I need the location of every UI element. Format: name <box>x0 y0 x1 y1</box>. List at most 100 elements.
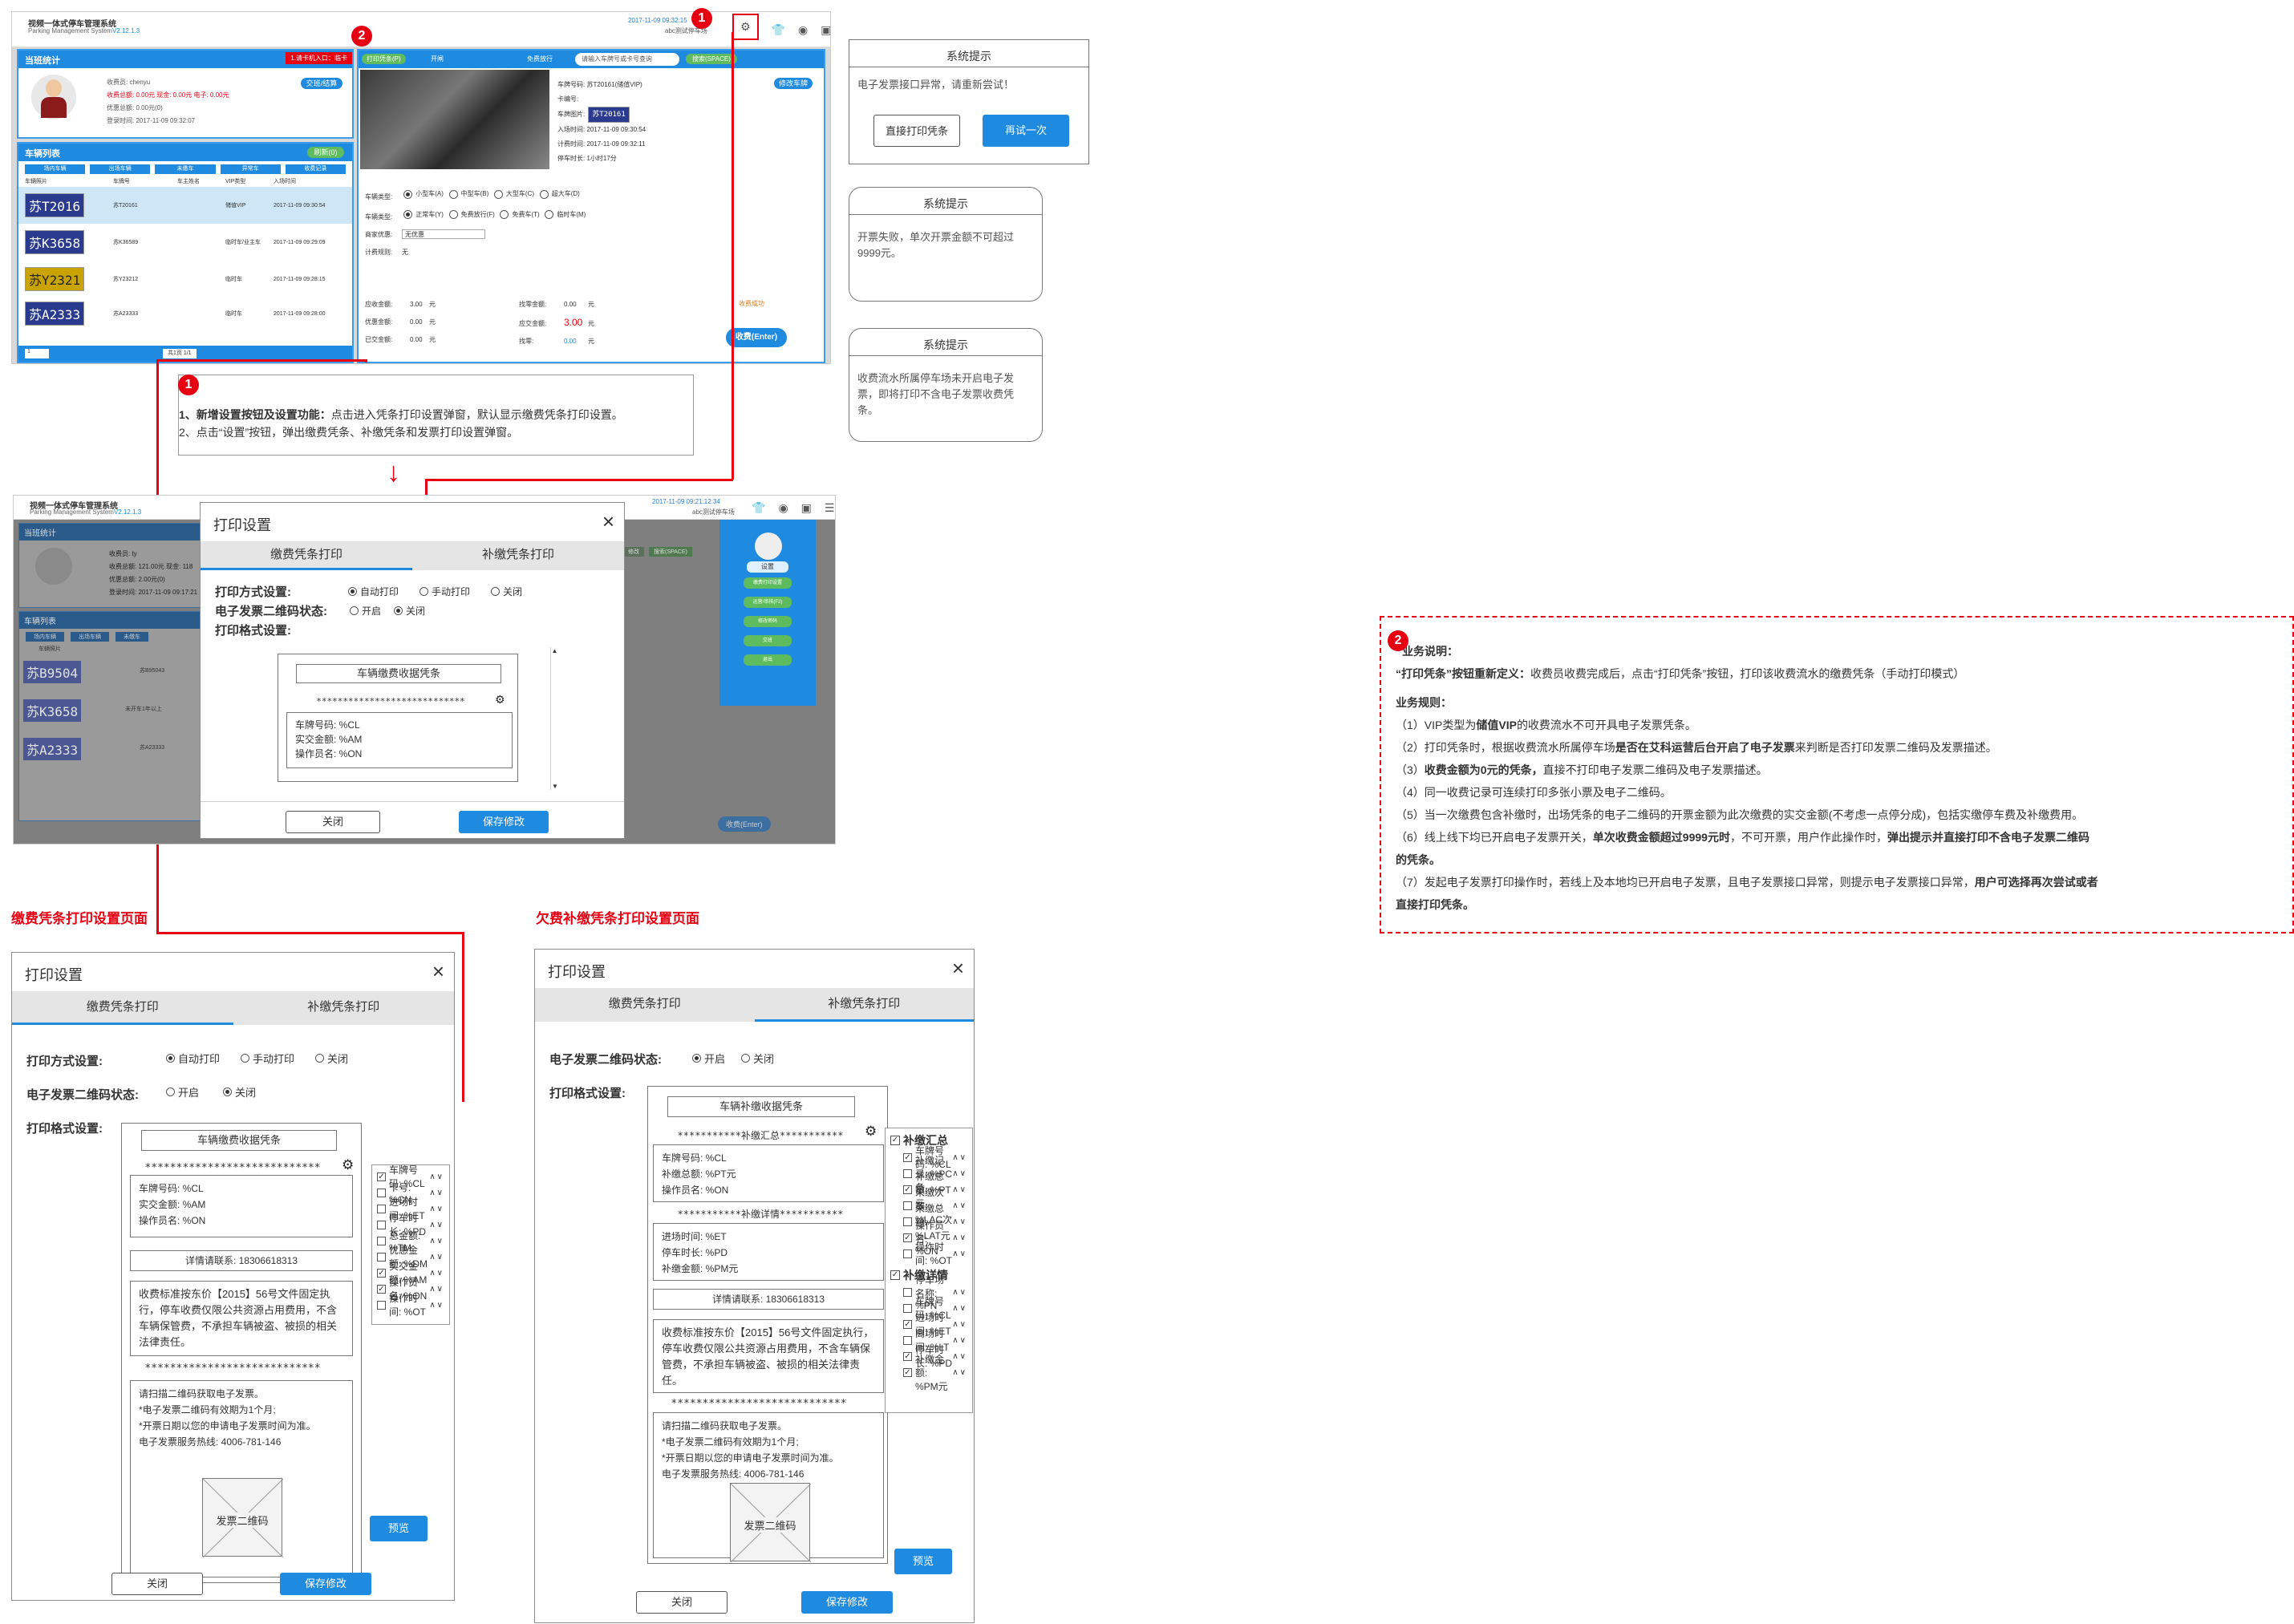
user-icon[interactable]: ◉ <box>798 23 808 40</box>
handover-button[interactable]: 交班/结算 <box>301 78 342 89</box>
table-row[interactable]: 苏T2016 苏T20161 储值VIP 2017-11-09 09:30:54 <box>18 187 352 224</box>
field-option[interactable]: 操作时间: %OT ∧∨ <box>903 1241 967 1266</box>
receipt-title: 车辆缴费收据凭条 <box>141 1130 337 1151</box>
tab-supplement-receipt[interactable]: 补缴凭条打印 <box>233 991 455 1025</box>
tab-payment-receipt[interactable]: 缴费凭条打印 <box>12 991 233 1025</box>
field-option[interactable]: 操作时间: %OT ∧∨ <box>377 1293 444 1318</box>
print-mode-radios: 自动打印 手动打印 关闭 <box>166 1051 348 1066</box>
stats-row: 收费总额: 0.00元 现金: 0.00元 电子: 0.00元 <box>107 91 229 99</box>
print-direct-button[interactable]: 直接打印凭条 <box>873 115 960 147</box>
gear-icon[interactable]: ⚙ <box>732 14 759 40</box>
charge-button[interactable]: 收费(Enter) <box>726 328 787 347</box>
close-button[interactable]: 关闭 <box>636 1591 728 1614</box>
receipt-summary-box: 车牌号码: %CL 补缴总额: %PT元 操作员名: %ON <box>653 1144 884 1202</box>
close-icon[interactable]: × <box>602 509 614 534</box>
field-option[interactable]: ✓ 补缴金额: %PM元 ∧∨ <box>903 1354 967 1392</box>
edit-plate-button[interactable]: 修改车牌 <box>774 78 813 89</box>
radio-auto-print[interactable]: 自动打印 <box>348 585 399 598</box>
radio-manual-print[interactable]: 手动打印 <box>419 585 470 598</box>
open-gate-button[interactable]: 开闸 <box>431 55 444 63</box>
amounts-right: 找零金额: 0.00 元 应交金额: 3.00 元 找零: 0.00 元 <box>519 301 594 345</box>
close-icon[interactable]: × <box>952 956 964 981</box>
user-icon[interactable]: ◉ <box>778 501 788 515</box>
section-title-supplement: 欠费补缴凭条打印设置页面 <box>536 911 699 926</box>
vehicle-tabs: 场内车辆 出场车辆 未缴车 异常车 收费记录 <box>18 161 352 177</box>
radio-qr-off[interactable]: 关闭 <box>223 1084 256 1100</box>
radio-print-off[interactable]: 关闭 <box>491 585 522 598</box>
vehicle-list-panel: 车辆列表 场内车辆 出场车辆 未缴车 车辆照片 苏B9504 苏K3658 苏A… <box>18 611 211 821</box>
alert-no-invoice: 系统提示 收费流水所属停车场未开启电子发票，即将打印不含电子发票收费凭条。 <box>849 328 1043 442</box>
radio-qr-on[interactable]: 开启 <box>166 1084 199 1100</box>
app-body: 当班统计 1.请卡机入口：临卡 收费员: chenyu 收费总额: 0.00元 … <box>12 47 830 363</box>
table-row[interactable]: 苏A2333 <box>22 737 83 761</box>
menu-item[interactable]: 修改密码 <box>744 616 792 627</box>
table-row[interactable]: 苏Y2321 苏Y23212 临时车 2017-11-09 09:28:15 <box>18 261 352 298</box>
avatar <box>755 533 782 560</box>
format-label: 打印格式设置: <box>26 1122 103 1136</box>
save-button[interactable]: 保存修改 <box>801 1591 893 1614</box>
tab-supplement-receipt[interactable]: 补缴凭条打印 <box>754 988 974 1022</box>
settings-menu-title[interactable]: 设置 <box>747 561 788 573</box>
table-row[interactable]: 苏A2333 苏A23333 临时车 2017-11-09 09:28:00 <box>18 298 352 330</box>
close-icon[interactable]: × <box>432 959 444 984</box>
alert-invoice-error: 系统提示 电子发票接口异常，请重新尝试！ 直接打印凭条 再试一次 <box>849 39 1089 164</box>
tab-out-vehicles[interactable]: 出场车辆 <box>90 164 151 174</box>
radio-qr-off[interactable]: 关闭 <box>741 1051 774 1066</box>
close-button[interactable]: 关闭 <box>286 811 380 833</box>
search-button[interactable]: 搜索(SPACE) <box>686 54 737 64</box>
gear-icon[interactable]: ⚙ <box>495 693 505 707</box>
radio-qr-off[interactable]: 关闭 <box>394 604 425 618</box>
app-datetime: 2017-11-09 09:32:15 <box>628 17 687 24</box>
stats-panel: 当班统计 收费员: ty 收费总额: 121.00元 现金: 118 优惠总额: 2… <box>18 523 211 608</box>
receipt-detail-box: 进场时间: %ET 停车时长: %PD 补缴金额: %PM元 <box>653 1223 884 1281</box>
refresh-button[interactable]: 刷新(0) <box>307 147 344 158</box>
page-select[interactable]: 1 <box>25 349 49 358</box>
table-row[interactable]: 苏K3658 苏K36589 临时车/业主车 2017-11-09 09:29:… <box>18 224 352 261</box>
tab-payment-receipt[interactable]: 缴费凭条打印 <box>535 988 755 1022</box>
close-button[interactable]: 关闭 <box>111 1573 203 1595</box>
print-receipt-button[interactable]: 打印凭条(P) <box>362 54 406 64</box>
receipt-stars: **************************** <box>671 1398 847 1410</box>
radio-qr-on[interactable]: 开启 <box>692 1051 725 1066</box>
menu-item[interactable]: 运营/审核(F2) <box>744 597 792 608</box>
free-release-button[interactable]: 免费放行 <box>527 55 553 63</box>
gear-icon[interactable]: ⚙ <box>342 1157 354 1173</box>
tab-payment-receipt[interactable]: 缴费凭条打印 <box>201 541 412 570</box>
field-options-panel: ✓ 补缴汇总 ✓ 车牌号码: %CL ∧∨ 补缴记录: %PC条 ∧∨ ✓ 补缴总额: %… <box>885 1128 973 1413</box>
tab-unpaid[interactable]: 未缴车 <box>155 164 216 174</box>
window-icon[interactable]: ▣ <box>821 23 830 40</box>
save-button[interactable]: 保存修改 <box>459 811 549 833</box>
shirt-icon[interactable]: 👕 <box>752 501 765 515</box>
gear-icon[interactable]: ⚙ <box>865 1124 877 1140</box>
radio-print-off[interactable]: 关闭 <box>315 1051 348 1066</box>
search-input[interactable]: 请输入车牌号或卡号查询 <box>575 53 679 66</box>
alert-title: 系统提示 <box>849 40 1088 67</box>
tab-abnormal[interactable]: 异常车 <box>220 164 281 174</box>
retry-button[interactable]: 再试一次 <box>983 115 1069 147</box>
table-row[interactable]: 苏K3658 <box>22 699 83 723</box>
radio-manual-print[interactable]: 手动打印 <box>241 1051 294 1066</box>
menu-item[interactable]: 缴费打印设置 <box>744 577 792 589</box>
scrollbar[interactable]: ▲ ▼ <box>550 647 558 790</box>
invoice-qr-placeholder: 发票二维码 <box>202 1478 283 1557</box>
avatar <box>35 548 72 585</box>
menu-item[interactable]: 退出 <box>744 654 792 666</box>
shirt-icon[interactable]: 👕 <box>772 23 785 40</box>
menu-icon[interactable]: ☰ <box>825 501 835 515</box>
callout-badge-1: 1 <box>691 8 712 29</box>
tab-in-vehicles[interactable]: 场内车辆 <box>25 164 86 174</box>
down-arrow-icon: ↓ <box>387 457 400 488</box>
preview-button[interactable]: 预览 <box>894 1549 952 1574</box>
save-button[interactable]: 保存修改 <box>280 1573 371 1595</box>
menu-item[interactable]: 交班 <box>744 635 792 646</box>
tab-supplement-receipt[interactable]: 补缴凭条打印 <box>412 541 624 570</box>
vehicle-list-title: 车辆列表 <box>18 144 352 161</box>
radio-qr-on[interactable]: 开启 <box>350 604 381 618</box>
radio-auto-print[interactable]: 自动打印 <box>166 1051 220 1066</box>
preview-button[interactable]: 预览 <box>370 1516 428 1541</box>
tab-records[interactable]: 收费记录 <box>285 164 347 174</box>
table-row[interactable]: 苏B9504 <box>22 660 83 684</box>
qr-status-label: 电子发票二维码状态: <box>26 1088 139 1102</box>
discount-select[interactable]: 无优惠 <box>402 229 485 239</box>
window-icon[interactable]: ▣ <box>801 501 812 515</box>
